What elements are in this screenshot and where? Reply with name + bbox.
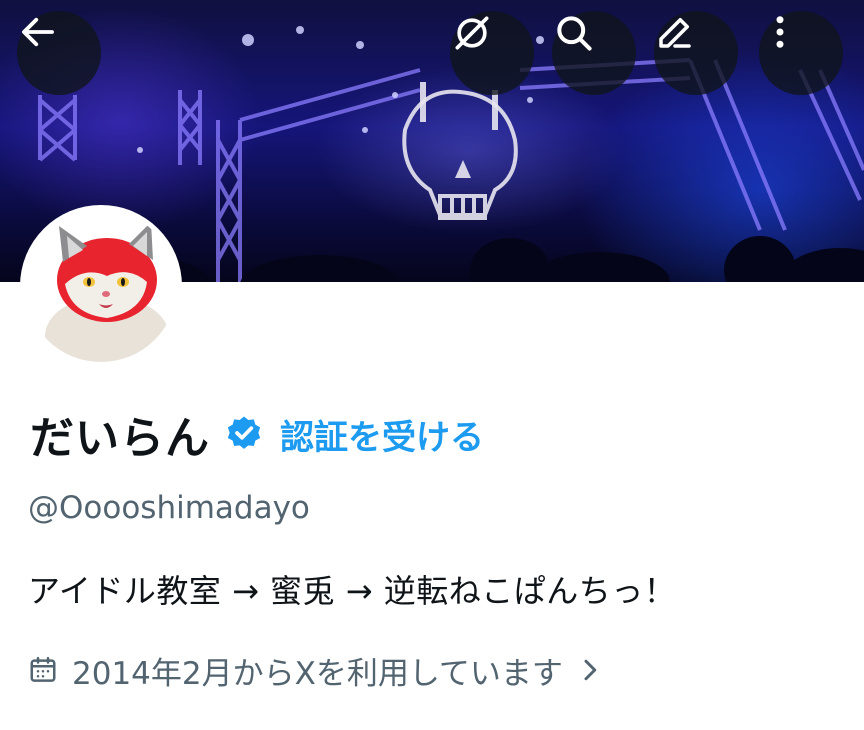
profile-name-row: だいらん 認証を受ける <box>30 404 484 464</box>
user-handle: @Ooooshimadayo <box>28 490 310 526</box>
profile-bio: アイドル教室 → 蜜兎 → 逆転ねこぱんちっ！ <box>28 572 677 610</box>
more-vertical-icon <box>776 16 784 48</box>
edit-button[interactable] <box>654 11 738 95</box>
joined-date-text: 2014年2月からXを利用しています <box>72 655 563 692</box>
calendar-icon <box>30 656 56 682</box>
grok-icon <box>455 16 489 50</box>
arrow-left-icon <box>22 17 54 47</box>
avatar-image <box>25 210 177 362</box>
search-icon <box>557 16 592 51</box>
search-button[interactable] <box>552 11 636 95</box>
avatar[interactable] <box>20 205 182 367</box>
verified-badge-icon[interactable] <box>224 414 264 454</box>
joined-date-row[interactable]: 2014年2月からXを利用しています <box>28 648 603 692</box>
more-options-button[interactable] <box>759 11 843 95</box>
back-button[interactable] <box>17 11 101 95</box>
chevron-right-icon <box>584 659 597 681</box>
edit-pencil-icon <box>659 18 691 48</box>
display-name: だいらん <box>30 413 210 464</box>
get-verified-link[interactable]: 認証を受ける <box>280 410 484 459</box>
grok-button[interactable] <box>450 11 534 95</box>
